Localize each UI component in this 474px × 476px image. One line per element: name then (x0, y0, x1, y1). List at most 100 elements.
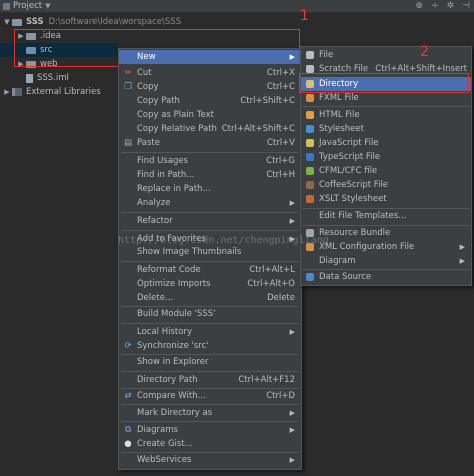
menu-item-create-gist[interactable]: ● Create Gist... (119, 437, 301, 451)
menu-separator (121, 371, 299, 372)
menu-item-copy-path[interactable]: Copy Path Ctrl+Shift+C (119, 94, 301, 108)
resource-bundle-icon (303, 229, 317, 237)
menu-item-directory[interactable]: Directory (301, 77, 471, 91)
diagram-icon: ⧉ (124, 425, 132, 435)
menu-item-copy-relative-path[interactable]: Copy Relative Path Ctrl+Alt+Shift+C (119, 122, 301, 136)
menu-item-show-in-explorer[interactable]: Show in Explorer (119, 355, 301, 369)
menu-item-show-image-thumbnails[interactable]: Show Image Thumbnails (119, 245, 301, 259)
tree-item-src[interactable]: src (0, 43, 118, 57)
menu-separator (121, 421, 299, 422)
cfml-file-icon (303, 167, 317, 175)
hide-icon[interactable]: ⊣ (462, 1, 470, 11)
menu-item-cut[interactable]: ✂ Cut Ctrl+X (119, 66, 301, 80)
submenu-arrow-icon: ▶ (459, 257, 465, 265)
collapse-arrow-icon[interactable]: ▶ (16, 32, 26, 40)
tree-item-sss-iml[interactable]: SSS.iml (26, 71, 69, 85)
menu-item-diagram[interactable]: Diagram ▶ (301, 254, 471, 268)
tree-item-external-libraries[interactable]: ▶ External Libraries (2, 85, 100, 99)
folder-icon (26, 60, 36, 68)
submenu-arrow-icon: ▶ (289, 409, 295, 417)
tree-item-label: web (40, 59, 58, 69)
menu-item-edit-file-templates[interactable]: Edit File Templates... (301, 209, 471, 223)
menu-item-coffeescript-file[interactable]: CoffeeScript File (301, 178, 471, 192)
chevron-down-icon[interactable]: ▼ (45, 2, 50, 10)
coffeescript-file-icon (303, 181, 317, 189)
fxml-file-icon (303, 94, 317, 102)
menu-separator (121, 152, 299, 153)
menu-item-copy[interactable]: ❐ Copy Ctrl+C (119, 80, 301, 94)
tree-item-idea[interactable]: ▶ .idea (16, 29, 61, 43)
refresh-icon: ⟳ (124, 341, 132, 351)
submenu-arrow-icon: ▶ (289, 328, 295, 336)
tree-item-label: src (40, 45, 53, 55)
new-submenu: File Scratch File Ctrl+Alt+Shift+Insert D… (300, 46, 472, 286)
tree-root-sss[interactable]: ▼ SSS D:\software\Idea\worspace\SSS (2, 15, 181, 29)
menu-item-data-source[interactable]: Data Source (301, 270, 471, 284)
menu-item-local-history[interactable]: Local History ▶ (119, 325, 301, 339)
submenu-arrow-icon: ▶ (459, 243, 465, 251)
ts-file-icon (303, 153, 317, 161)
module-folder-icon (12, 18, 22, 26)
menu-item-cfml-file[interactable]: CFML/CFC file (301, 164, 471, 178)
tool-window-title[interactable]: Project (13, 1, 42, 11)
root-name: SSS (26, 17, 44, 27)
xslt-file-icon (303, 195, 317, 203)
scissors-icon: ✂ (124, 68, 132, 78)
js-file-icon (303, 139, 317, 147)
menu-item-delete[interactable]: Delete... Delete (119, 291, 301, 305)
menu-item-optimize-imports[interactable]: Optimize Imports Ctrl+Alt+O (119, 277, 301, 291)
menu-item-copy-plain-text[interactable]: Copy as Plain Text (119, 108, 301, 122)
menu-item-find-usages[interactable]: Find Usages Ctrl+G (119, 154, 301, 168)
annotation-number-1: 1 (300, 8, 309, 24)
collapse-arrow-icon[interactable]: ▶ (2, 88, 12, 96)
paste-icon: ▤ (123, 138, 133, 148)
library-icon (12, 88, 22, 96)
tree-item-label: SSS.iml (37, 73, 69, 83)
menu-item-html-file[interactable]: HTML File (301, 108, 471, 122)
menu-item-fxml-file[interactable]: FXML File (301, 91, 471, 105)
menu-item-webservices[interactable]: WebServices ▶ (119, 453, 301, 467)
tree-item-web[interactable]: ▶ web (16, 57, 58, 71)
context-menu: New ▶ ✂ Cut Ctrl+X ❐ Copy Ctrl+C Copy Path Ctr… (118, 48, 302, 470)
project-icon (3, 2, 10, 10)
menu-item-xml-configuration-file[interactable]: XML Configuration File ▶ (301, 240, 471, 254)
menu-item-typescript-file[interactable]: TypeScript File (301, 150, 471, 164)
menu-item-resource-bundle[interactable]: Resource Bundle (301, 226, 471, 240)
menu-item-new[interactable]: New ▶ (119, 50, 301, 64)
menu-item-reformat-code[interactable]: Reformat Code Ctrl+Alt+L (119, 263, 301, 277)
compare-icon: ⇄ (124, 391, 132, 401)
menu-item-directory-path[interactable]: Directory Path Ctrl+Alt+F12 (119, 373, 301, 387)
menu-item-paste[interactable]: ▤ Paste Ctrl+V (119, 136, 301, 150)
menu-item-file[interactable]: File (301, 48, 471, 62)
menu-item-find-in-path[interactable]: Find in Path... Ctrl+H (119, 168, 301, 182)
menu-separator (121, 230, 299, 231)
submenu-arrow-icon: ▶ (289, 426, 295, 434)
collapse-icon[interactable]: ÷ (431, 1, 439, 11)
sync-icon[interactable]: ⊕ (416, 1, 424, 11)
xml-file-icon (303, 243, 317, 251)
menu-item-diagrams[interactable]: ⧉ Diagrams ▶ (119, 423, 301, 437)
scratch-file-icon (303, 65, 317, 73)
menu-item-synchronize[interactable]: ⟳ Synchronize 'src' (119, 339, 301, 353)
menu-item-refactor[interactable]: Refactor ▶ (119, 214, 301, 228)
collapse-arrow-icon[interactable]: ▶ (16, 60, 26, 68)
gear-icon[interactable]: ✲ (447, 1, 455, 11)
menu-item-compare-with[interactable]: ⇄ Compare With... Ctrl+D (119, 389, 301, 403)
html-file-icon (303, 111, 317, 119)
menu-item-javascript-file[interactable]: JavaScript File (301, 136, 471, 150)
menu-item-mark-directory-as[interactable]: Mark Directory as ▶ (119, 406, 301, 420)
menu-item-stylesheet[interactable]: Stylesheet (301, 122, 471, 136)
menu-separator (121, 323, 299, 324)
github-icon: ● (124, 439, 132, 449)
expand-arrow-icon[interactable]: ▼ (2, 18, 12, 26)
menu-item-add-to-favorites[interactable]: Add to Favorites ▶ (119, 232, 301, 246)
iml-file-icon (26, 73, 33, 83)
menu-item-replace-in-path[interactable]: Replace in Path... (119, 182, 301, 196)
menu-item-build-module[interactable]: Build Module 'SSS' (119, 307, 301, 321)
menu-item-xslt-stylesheet[interactable]: XSLT Stylesheet (301, 192, 471, 206)
menu-item-scratch-file[interactable]: Scratch File Ctrl+Alt+Shift+Insert (301, 62, 471, 76)
folder-icon (26, 32, 36, 40)
menu-item-analyze[interactable]: Analyze ▶ (119, 196, 301, 210)
root-path: D:\software\Idea\worspace\SSS (48, 17, 182, 27)
tool-window-actions: ⊕ ÷ ✲ ⊣ (416, 0, 470, 12)
